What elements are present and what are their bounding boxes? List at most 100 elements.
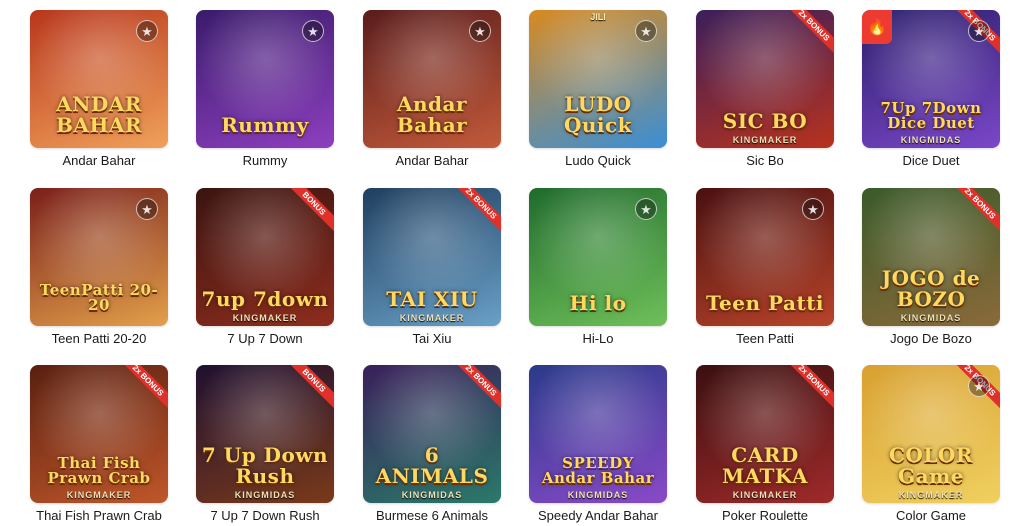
favorite-star-icon[interactable]: ★ (469, 20, 491, 42)
bonus-ribbon: 2x BONUS (778, 365, 834, 421)
game-logo-text: SIC BO (722, 109, 808, 133)
bonus-ribbon-label: BONUS (281, 365, 334, 413)
game-card[interactable]: TAI XIU KINGMAKER 2x BONUS Tai Xiu (363, 188, 501, 346)
game-card[interactable]: ANDAR BAHAR ★ Andar Bahar (30, 10, 168, 168)
favorite-star-icon[interactable]: ★ (635, 20, 657, 42)
game-thumbnail[interactable]: JILI LUDO Quick ★ (529, 10, 667, 148)
game-title: Andar Bahar (395, 153, 469, 168)
game-card[interactable]: JOGO de BOZO KINGMIDAS 2x BONUS Jogo De Boz… (862, 188, 1000, 346)
game-title: Speedy Andar Bahar (538, 508, 658, 523)
game-title: Sic Bo (746, 153, 784, 168)
game-thumbnail[interactable]: 7 Up Down Rush KINGMIDAS BONUS (196, 365, 334, 503)
game-card[interactable]: 7up 7down KINGMAKER BONUS 7 Up 7 Down (196, 188, 334, 346)
provider-brand: KINGMAKER (732, 135, 798, 145)
game-logo-text: ANDAR BAHAR (56, 92, 142, 137)
game-logo-text: LUDO Quick (563, 92, 633, 137)
game-card[interactable]: 6 ANIMALS KINGMIDAS 2x BONUS Burmese 6 Anim… (363, 365, 501, 523)
game-card[interactable]: JILI LUDO Quick ★ Ludo Quick (529, 10, 667, 168)
bonus-ribbon: BONUS (278, 188, 334, 244)
game-card[interactable]: TeenPatti 20-20 ★ Teen Patti 20-20 (30, 188, 168, 346)
game-logo-text: 7 Up Down Rush (201, 443, 329, 488)
favorite-star-icon[interactable]: ★ (802, 198, 824, 220)
favorite-star-icon[interactable]: ★ (302, 20, 324, 42)
game-logo-text: COLOR Game (889, 443, 973, 488)
game-thumbnail[interactable]: Teen Patti ★ (696, 188, 834, 326)
game-card[interactable]: COLOR Game KINGMAKER 2x BONUS ★ Color Game (862, 365, 1000, 523)
game-title: Dice Duet (902, 153, 960, 168)
favorite-star-icon[interactable]: ★ (968, 375, 990, 397)
game-title: Tai Xiu (412, 331, 452, 346)
game-card[interactable]: 7Up 7Down Dice Duet KINGMIDAS 🔥 2x BONUS ★ Di… (862, 10, 1000, 168)
game-title: Poker Roulette (722, 508, 808, 523)
game-thumbnail[interactable]: Hi lo ★ (529, 188, 667, 326)
game-thumbnail[interactable]: 7Up 7Down Dice Duet KINGMIDAS 🔥 2x BONUS ★ (862, 10, 1000, 148)
game-title: Teen Patti (736, 331, 794, 346)
provider-brand: KINGMIDAS (567, 490, 629, 500)
provider-brand: KINGMAKER (898, 490, 964, 500)
game-title: 7 Up 7 Down (227, 331, 303, 346)
game-thumbnail[interactable]: Rummy ★ (196, 10, 334, 148)
game-logo-text: TAI XIU (386, 287, 478, 311)
game-title: Rummy (242, 153, 288, 168)
game-card[interactable]: Hi lo ★ Hi-Lo (529, 188, 667, 346)
favorite-star-icon[interactable]: ★ (635, 198, 657, 220)
bonus-ribbon-label: 2x BONUS (115, 365, 168, 413)
bonus-ribbon-label: BONUS (281, 188, 334, 236)
game-logo-text: JOGO de BOZO (881, 266, 981, 311)
game-card[interactable]: Thai Fish Prawn Crab KINGMAKER 2x BONUS Tha… (30, 365, 168, 523)
game-title: Color Game (895, 508, 967, 523)
game-card[interactable]: Teen Patti ★ Teen Patti (696, 188, 834, 346)
game-thumbnail[interactable]: ANDAR BAHAR ★ (30, 10, 168, 148)
game-thumbnail[interactable]: Thai Fish Prawn Crab KINGMAKER 2x BONUS (30, 365, 168, 503)
favorite-star-icon[interactable]: ★ (136, 198, 158, 220)
game-title: 7 Up 7 Down Rush (210, 508, 320, 523)
game-card[interactable]: SPEEDY Andar Bahar KINGMIDAS Speedy Andar … (529, 365, 667, 523)
bonus-ribbon: 2x BONUS (445, 365, 501, 421)
game-logo-text: Thai Fish Prawn Crab (47, 453, 151, 488)
provider-brand: KINGMAKER (232, 313, 298, 323)
game-thumbnail[interactable]: SPEEDY Andar Bahar KINGMIDAS (529, 365, 667, 503)
game-logo-text: TeenPatti 20-20 (39, 280, 159, 315)
game-card[interactable]: Andar Bahar ★ Andar Bahar (363, 10, 501, 168)
game-thumbnail[interactable]: TeenPatti 20-20 ★ (30, 188, 168, 326)
favorite-star-icon[interactable]: ★ (136, 20, 158, 42)
game-thumbnail[interactable]: TAI XIU KINGMAKER 2x BONUS (363, 188, 501, 326)
game-grid: ANDAR BAHAR ★ Andar Bahar Rummy ★ Rummy Andar … (0, 0, 1024, 526)
game-logo-text: Hi lo (569, 291, 627, 315)
game-card[interactable]: 7 Up Down Rush KINGMIDAS BONUS 7 Up 7 Down … (196, 365, 334, 523)
game-title: Andar Bahar (62, 153, 136, 168)
hot-flame-icon: 🔥 (862, 10, 892, 44)
provider-brand: KINGMIDAS (234, 490, 296, 500)
game-thumbnail[interactable]: COLOR Game KINGMAKER 2x BONUS ★ (862, 365, 1000, 503)
bonus-ribbon-label: 2x BONUS (448, 188, 501, 236)
game-title: Teen Patti 20-20 (51, 331, 147, 346)
favorite-star-icon[interactable]: ★ (968, 20, 990, 42)
game-thumbnail[interactable]: 7up 7down KINGMAKER BONUS (196, 188, 334, 326)
game-thumbnail[interactable]: Andar Bahar ★ (363, 10, 501, 148)
game-thumbnail[interactable]: JOGO de BOZO KINGMIDAS 2x BONUS (862, 188, 1000, 326)
game-title: Hi-Lo (582, 331, 614, 346)
game-title: Burmese 6 Animals (376, 508, 488, 523)
game-thumbnail[interactable]: SIC BO KINGMAKER 2x BONUS (696, 10, 834, 148)
game-thumbnail[interactable]: CARD MATKA KINGMAKER 2x BONUS (696, 365, 834, 503)
provider-brand: KINGMAKER (66, 490, 132, 500)
game-logo-text: 6 ANIMALS (375, 443, 489, 488)
bonus-ribbon-label: 2x BONUS (947, 188, 1000, 236)
game-logo-text: Andar Bahar (396, 92, 468, 137)
provider-brand: KINGMIDAS (900, 135, 962, 145)
game-card[interactable]: SIC BO KINGMAKER 2x BONUS Sic Bo (696, 10, 834, 168)
bonus-ribbon-label: 2x BONUS (448, 365, 501, 413)
bonus-ribbon-label: 2x BONUS (781, 10, 834, 58)
game-thumbnail[interactable]: 6 ANIMALS KINGMIDAS 2x BONUS (363, 365, 501, 503)
game-title: Thai Fish Prawn Crab (36, 508, 162, 523)
provider-brand: KINGMAKER (732, 490, 798, 500)
game-logo-text: Rummy (221, 113, 309, 137)
game-logo-text: SPEEDY Andar Bahar (541, 453, 655, 488)
game-logo-text: CARD MATKA (721, 443, 809, 488)
game-card[interactable]: CARD MATKA KINGMAKER 2x BONUS Poker Roulett… (696, 365, 834, 523)
game-card[interactable]: Rummy ★ Rummy (196, 10, 334, 168)
bonus-ribbon: 2x BONUS (445, 188, 501, 244)
provider-tag: JILI (590, 12, 606, 22)
bonus-ribbon: 2x BONUS (944, 188, 1000, 244)
game-logo-text: 7up 7down (201, 287, 329, 311)
